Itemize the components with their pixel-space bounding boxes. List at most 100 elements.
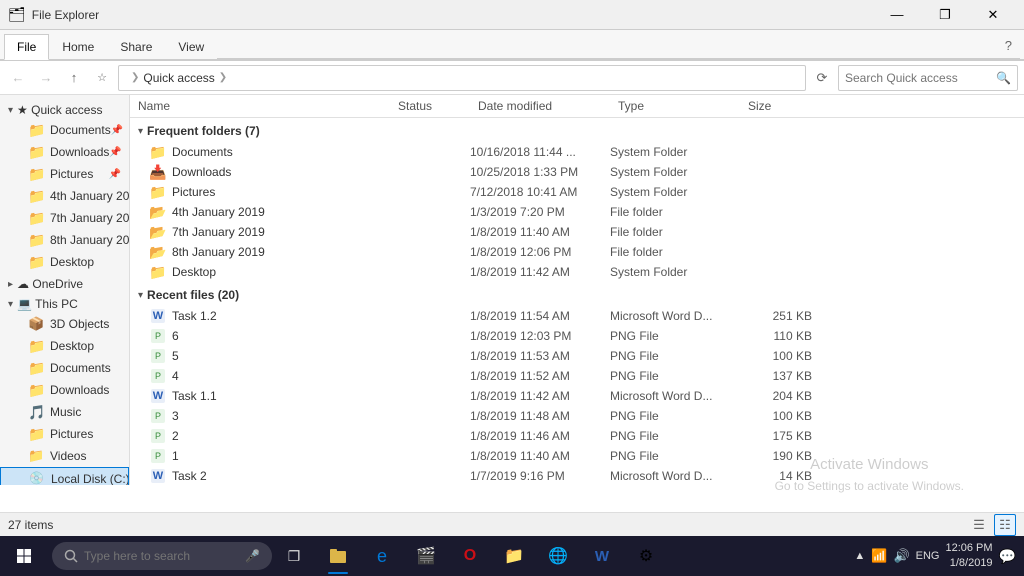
search-box[interactable]: 🔍 [838,65,1018,91]
table-row[interactable]: P6 1/8/2019 12:03 PM PNG File 110 KB [130,326,1024,346]
start-button[interactable] [0,536,48,576]
table-row[interactable]: 📁Desktop 1/8/2019 11:42 AM System Folder [130,262,1024,282]
tab-home[interactable]: Home [49,33,107,59]
table-row[interactable]: 📂8th January 2019 1/8/2019 12:06 PM File… [130,242,1024,262]
taskbar-apps: e 🎬 O 📁 🌐 W ⚙ [312,536,846,576]
sidebar-item-local-disk[interactable]: 💿 Local Disk (C:) [0,467,129,485]
file-type: Microsoft Word D... [610,309,740,323]
folder-icon: 📂 [149,204,166,221]
refresh-button[interactable]: ⟳ [810,66,834,90]
taskbar-app-file-explorer[interactable] [316,536,360,576]
table-row[interactable]: 📥Downloads 10/25/2018 1:33 PM System Fol… [130,162,1024,182]
address-chevron: ❯ [219,72,227,83]
sidebar-item-4th-jan[interactable]: 📁 4th January 2019 [0,185,129,207]
folder-icon: 📁 [149,184,166,201]
file-modified: 1/8/2019 12:06 PM [470,245,610,259]
table-row[interactable]: P3 1/8/2019 11:48 AM PNG File 100 KB [130,406,1024,426]
col-header-size[interactable]: Size [740,99,820,113]
table-row[interactable]: 📁Documents 10/16/2018 11:44 ... System F… [130,142,1024,162]
chevron-up-icon[interactable]: ▲ [854,550,865,562]
sidebar-section-onedrive[interactable]: ▸ ☁ OneDrive [0,273,129,293]
folder-icon: 📁 [28,448,44,464]
pin-button[interactable]: ☆ [90,66,114,90]
taskbar-app-word[interactable]: W [580,536,624,576]
sidebar-item-music[interactable]: 🎵 Music [0,401,129,423]
sidebar-item-pictures-pc[interactable]: 📁 Pictures [0,423,129,445]
taskbar-app-opera[interactable]: O [448,536,492,576]
taskbar-system-tray: ▲ 📶 🔊 ENG 12:06 PM 1/8/2019 💬 [846,541,1024,572]
table-row[interactable]: WTask 1.2 1/8/2019 11:54 AM Microsoft Wo… [130,306,1024,326]
taskbar-search-input[interactable] [84,549,241,563]
taskbar-app-chrome[interactable]: 🌐 [536,536,580,576]
sidebar-item-videos[interactable]: 📁 Videos [0,445,129,467]
table-row[interactable]: P1 1/8/2019 11:40 AM PNG File 190 KB [130,446,1024,466]
help-icon[interactable]: ? [1005,38,1012,53]
file-type: PNG File [610,349,740,363]
file-type: System Folder [610,265,740,279]
forward-button[interactable]: → [34,66,58,90]
close-button[interactable]: ✕ [970,0,1016,30]
file-modified: 10/16/2018 11:44 ... [470,145,610,159]
col-header-name[interactable]: Name [130,99,390,113]
task-view-button[interactable]: ❐ [276,536,312,576]
col-header-type[interactable]: Type [610,99,740,113]
file-size: 251 KB [740,309,820,323]
large-icons-view-button[interactable]: ☷ [994,514,1016,536]
taskbar-app-settings[interactable]: ⚙ [624,536,668,576]
maximize-button[interactable]: ❐ [922,0,968,30]
address-box[interactable]: ❯ Quick access ❯ [118,65,806,91]
file-modified: 1/8/2019 12:03 PM [470,329,610,343]
tab-file[interactable]: File [4,34,49,60]
table-row[interactable]: P4 1/8/2019 11:52 AM PNG File 137 KB [130,366,1024,386]
col-header-status[interactable]: Status [390,99,470,113]
sidebar-item-documents-pc[interactable]: 📁 Documents [0,357,129,379]
tab-share[interactable]: Share [107,33,165,59]
file-name: Task 2 [172,469,207,483]
table-row[interactable]: P2 1/8/2019 11:46 AM PNG File 175 KB [130,426,1024,446]
chevron-icon: ▸ [8,279,13,290]
file-size: 14 KB [740,469,820,483]
sidebar-item-label: Videos [50,449,86,463]
sidebar-item-7th-jan[interactable]: 📁 7th January 2019 [0,207,129,229]
sidebar-section-quick-access[interactable]: ▾ ★ Quick access [0,99,129,119]
sidebar-item-downloads[interactable]: 📁 Downloads 📌 [0,141,129,163]
file-size: 110 KB [740,329,820,343]
file-size: 137 KB [740,369,820,383]
table-row[interactable]: 📂7th January 2019 1/8/2019 11:40 AM File… [130,222,1024,242]
sidebar-item-downloads-pc[interactable]: 📁 Downloads [0,379,129,401]
sidebar-item-documents[interactable]: 📁 Documents 📌 [0,119,129,141]
file-modified: 1/3/2019 7:20 PM [470,205,610,219]
taskbar-app-edge[interactable]: e [360,536,404,576]
sidebar-quick-access-label[interactable]: ★ Quick access [17,103,102,117]
file-modified: 1/8/2019 11:46 AM [470,429,610,443]
tab-view[interactable]: View [165,33,217,59]
taskbar-app-folder[interactable]: 📁 [492,536,536,576]
minimize-button[interactable]: — [874,0,920,30]
sidebar-item-3d[interactable]: 📦 3D Objects [0,313,129,335]
sidebar-item-8th-jan[interactable]: 📁 8th January 2019 [0,229,129,251]
search-input[interactable] [845,71,996,85]
sidebar-section-this-pc[interactable]: ▾ 💻 This PC [0,293,129,313]
table-row[interactable]: 📂4th January 2019 1/3/2019 7:20 PM File … [130,202,1024,222]
table-row[interactable]: P5 1/8/2019 11:53 AM PNG File 100 KB [130,346,1024,366]
table-row[interactable]: WTask 1.1 1/8/2019 11:42 AM Microsoft Wo… [130,386,1024,406]
sidebar-item-desktop-pc[interactable]: 📁 Desktop [0,335,129,357]
table-row[interactable]: 📁Pictures 7/12/2018 10:41 AM System Fold… [130,182,1024,202]
frequent-folders-chevron[interactable]: ▾ [138,126,143,137]
taskbar-search-box[interactable]: 🎤 [52,542,272,570]
sidebar-item-label: Documents [50,361,111,375]
sidebar-item-desktop[interactable]: 📁 Desktop [0,251,129,273]
file-type: System Folder [610,165,740,179]
system-folder-icon: 📁 [149,264,166,281]
recent-files-chevron[interactable]: ▾ [138,290,143,301]
back-button[interactable]: ← [6,66,30,90]
file-modified: 1/8/2019 11:53 AM [470,349,610,363]
sidebar-item-pictures[interactable]: 📁 Pictures 📌 [0,163,129,185]
details-view-button[interactable]: ☰ [968,514,990,536]
taskbar-app-vlc[interactable]: 🎬 [404,536,448,576]
table-row[interactable]: WTask 2 1/7/2019 9:16 PM Microsoft Word … [130,466,1024,485]
file-name: 5 [172,349,179,363]
col-header-modified[interactable]: Date modified [470,99,610,113]
up-button[interactable]: ↑ [62,66,86,90]
notification-icon[interactable]: 💬 [999,548,1016,565]
